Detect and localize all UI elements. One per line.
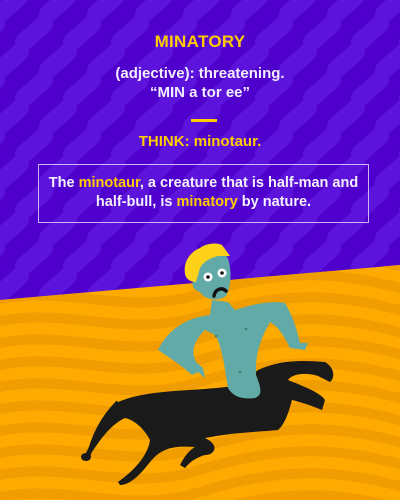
- mnemonic: THINK: minotaur.: [138, 133, 262, 150]
- stripe: [15, 239, 53, 275]
- divider: [191, 119, 217, 122]
- sentence-part: by nature.: [237, 194, 312, 210]
- stripe: [39, 99, 77, 135]
- stripe: [231, 0, 269, 23]
- stripe: [135, 99, 173, 135]
- stripe: [375, 0, 400, 23]
- definition-text: (adjective): threatening.: [115, 65, 285, 82]
- stripe: [0, 211, 29, 247]
- stripe: [279, 0, 317, 23]
- stripe: [327, 0, 365, 23]
- stripe: [183, 0, 221, 23]
- stripe: [0, 155, 29, 191]
- stripe: [183, 99, 221, 135]
- stripe: [0, 267, 29, 300]
- stripe: [0, 99, 29, 135]
- pronunciation: “MIN a tor ee”: [149, 84, 251, 101]
- stripe: [375, 211, 400, 247]
- highlight-minatory: minatory: [176, 194, 238, 210]
- stripe: [327, 99, 365, 135]
- stripe: [375, 99, 400, 135]
- stripe: [39, 267, 77, 300]
- stripe: [255, 239, 293, 275]
- stripe: [0, 0, 29, 23]
- definition: (adjective): threatening. “MIN a tor ee”: [0, 64, 400, 102]
- stripe: [375, 155, 400, 191]
- stripe: [39, 0, 77, 23]
- stripe: [279, 99, 317, 135]
- sentence-part: The: [48, 175, 79, 191]
- stripe: [351, 239, 389, 275]
- stripe: [63, 239, 101, 275]
- stripe: [87, 99, 125, 135]
- stripe: [231, 99, 269, 135]
- stripe: [135, 0, 173, 23]
- example-sentence-box: The minotaur, a creature that is half-ma…: [38, 164, 369, 223]
- stripe: [111, 239, 149, 275]
- stripe: [159, 239, 197, 275]
- highlight-minotaur: minotaur: [78, 175, 140, 191]
- stripe: [87, 0, 125, 23]
- vocabulary-word: MINATORY: [154, 32, 246, 51]
- stripe: [303, 239, 341, 275]
